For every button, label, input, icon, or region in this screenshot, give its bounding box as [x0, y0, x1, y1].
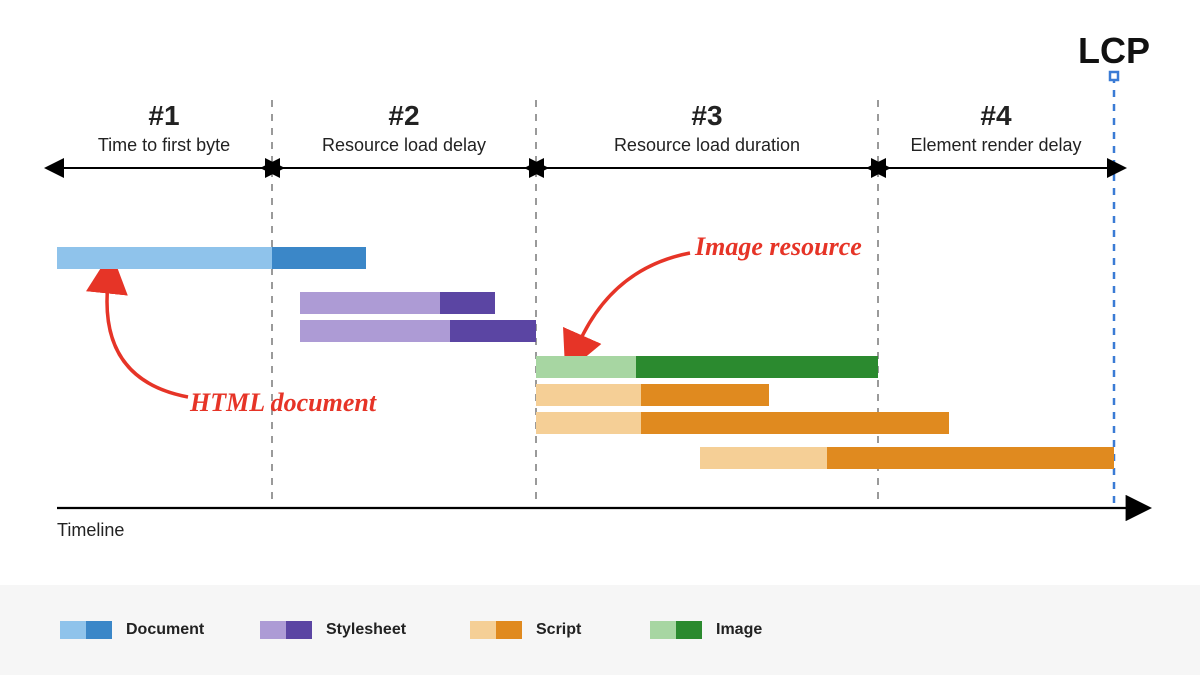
swatch-image	[650, 621, 702, 639]
bar-css-1	[300, 292, 495, 314]
region-4-number: #4	[980, 100, 1011, 132]
lcp-title: LCP	[1078, 30, 1150, 72]
annotation-image-resource: Image resource	[695, 232, 862, 262]
swatch-stylesheet	[260, 621, 312, 639]
region-2-number: #2	[388, 100, 419, 132]
bar-doc-0	[57, 247, 366, 269]
legend: Document Stylesheet Script Image	[0, 585, 1200, 675]
bar-js-4	[536, 384, 769, 406]
legend-label-document: Document	[126, 621, 204, 639]
legend-label-script: Script	[536, 621, 581, 639]
swatch-script	[470, 621, 522, 639]
svg-layer	[0, 0, 1200, 675]
legend-item-image: Image	[650, 621, 762, 639]
region-4-label: Element render delay	[910, 135, 1081, 156]
legend-label-stylesheet: Stylesheet	[326, 621, 406, 639]
region-2-label: Resource load delay	[322, 135, 486, 156]
bar-js-5	[536, 412, 949, 434]
region-3-label: Resource load duration	[614, 135, 800, 156]
region-3-number: #3	[691, 100, 722, 132]
region-1-number: #1	[148, 100, 179, 132]
annotation-html-document: HTML document	[190, 388, 376, 418]
bar-css-2	[300, 320, 536, 342]
region-1-label: Time to first byte	[98, 135, 230, 156]
legend-label-image: Image	[716, 621, 762, 639]
timeline-axis-label: Timeline	[57, 520, 124, 541]
swatch-document	[60, 621, 112, 639]
bar-img-3	[536, 356, 878, 378]
legend-item-document: Document	[60, 621, 204, 639]
legend-item-script: Script	[470, 621, 581, 639]
diagram-canvas: LCP #1 Time to first byte #2 Resource lo…	[0, 0, 1200, 675]
legend-item-stylesheet: Stylesheet	[260, 621, 406, 639]
bar-js-6	[700, 447, 1114, 469]
